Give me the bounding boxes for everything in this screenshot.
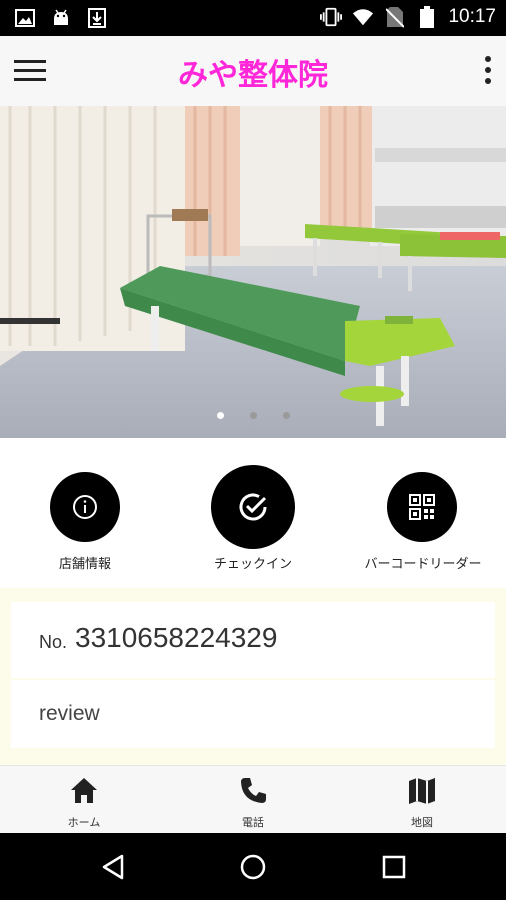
system-navigation-bar <box>0 833 506 900</box>
review-label: review <box>39 702 100 725</box>
back-icon[interactable] <box>100 853 126 881</box>
barcode-reader-label: バーコードリーダー <box>364 557 482 572</box>
qr-code-icon[interactable] <box>387 472 457 542</box>
nav-map[interactable]: 地図 <box>338 766 506 834</box>
store-info-label: 店舗情報 <box>58 557 111 572</box>
android-icon <box>50 7 72 29</box>
nav-phone[interactable]: 電話 <box>169 766 337 834</box>
image-icon <box>14 7 36 29</box>
check-circle-icon[interactable] <box>211 465 295 549</box>
no-sim-icon <box>384 6 406 28</box>
member-number-card: No. 3310658224329 <box>11 602 495 678</box>
nav-phone-label: 電話 <box>242 816 264 829</box>
map-icon <box>409 778 435 804</box>
info-icon[interactable] <box>50 472 120 542</box>
carousel-indicator <box>0 412 506 419</box>
treatment-room-photo <box>0 106 506 438</box>
clock: 10:17 <box>448 6 496 27</box>
checkin-label: チェックイン <box>213 557 292 572</box>
hero-image-carousel[interactable] <box>0 106 506 438</box>
home-circle-icon[interactable] <box>239 853 267 881</box>
recents-icon[interactable] <box>381 854 407 880</box>
vibrate-icon <box>320 6 343 28</box>
review-card[interactable]: review <box>11 680 495 748</box>
home-icon <box>71 778 97 803</box>
member-number: 3310658224329 <box>75 622 278 653</box>
battery-icon <box>416 6 438 28</box>
carousel-dot-3[interactable] <box>282 412 290 419</box>
app-title: みや整体院 <box>178 58 328 93</box>
nav-home-label: ホーム <box>67 816 101 829</box>
carousel-dot-2[interactable] <box>249 412 257 419</box>
bottom-navigation: ホーム 電話 地図 <box>0 765 506 834</box>
carousel-dot-1[interactable] <box>216 412 224 419</box>
wifi-icon <box>352 6 374 28</box>
app-bar: みや整体院 <box>0 36 506 106</box>
phone-icon <box>241 778 266 803</box>
status-bar: 10:17 <box>0 0 506 36</box>
download-icon <box>86 7 108 29</box>
nav-home[interactable]: ホーム <box>0 766 168 834</box>
member-number-prefix: No. <box>39 632 68 652</box>
more-vertical-icon[interactable] <box>482 56 494 86</box>
nav-map-label: 地図 <box>411 816 433 829</box>
action-row: 店舗情報 チェックイン バーコードリーダー <box>0 438 506 588</box>
